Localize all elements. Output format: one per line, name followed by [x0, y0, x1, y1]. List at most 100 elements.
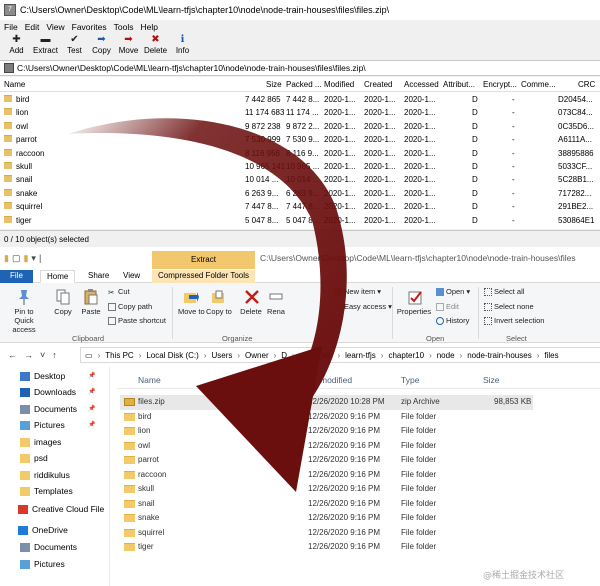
paste-button[interactable]: Paste [80, 289, 102, 316]
list-item[interactable]: tiger 12/26/2020 9:16 PM File folder [120, 540, 533, 555]
menu-view[interactable]: View [46, 22, 64, 32]
breadcrumb-item[interactable]: de [300, 351, 309, 360]
tab-view[interactable]: View [117, 270, 146, 283]
up-arrow-icon[interactable]: ↑ [52, 350, 57, 360]
tab-compressed-folder-tools[interactable]: Compressed Folder Tools [152, 270, 255, 283]
breadcrumb-chevron-icon[interactable]: › [314, 351, 317, 360]
list-item[interactable]: raccoon 12/26/2020 9:16 PM File folder [120, 468, 533, 483]
sidebar-item[interactable]: images [20, 437, 61, 447]
copy-ribbon-button[interactable]: Copy [52, 289, 74, 316]
sidebar-item[interactable]: riddikulus [20, 470, 70, 480]
table-row[interactable]: snail 10 014 ... 10 014 ... 2020-1... 2020-1… [0, 173, 600, 186]
col-name[interactable]: Name [138, 375, 161, 385]
invert-selection-button[interactable]: Invert selection [484, 316, 544, 325]
test-button[interactable]: ✔ Test [61, 34, 88, 55]
breadcrumb-chevron-icon[interactable]: › [204, 351, 207, 360]
tab-file[interactable]: File [0, 270, 33, 283]
table-row[interactable]: parrot 7 530 999 7 530 9... 2020-1... 2020-1… [0, 133, 600, 146]
list-item[interactable]: owl 12/26/2020 9:16 PM File folder [120, 439, 533, 454]
breadcrumb-item[interactable]: This PC [105, 351, 133, 360]
breadcrumb-item[interactable]: Users [211, 351, 232, 360]
breadcrumb-item[interactable]: chapter10 [388, 351, 424, 360]
back-arrow-icon[interactable]: ← [8, 350, 17, 360]
menu-file[interactable]: File [4, 22, 18, 32]
list-item[interactable]: snail 12/26/2020 9:16 PM File folder [120, 497, 533, 512]
breadcrumb-chevron-icon[interactable]: › [139, 351, 142, 360]
rename-button[interactable]: Rena [266, 289, 286, 316]
sidebar-item[interactable]: Pictures [20, 559, 65, 569]
col-comment[interactable]: Comme... [521, 80, 556, 89]
col-accessed[interactable]: Accessed [404, 80, 439, 89]
pin-icon[interactable]: 📌 [88, 372, 95, 379]
pin-quick-access-button[interactable]: Pin to Quick access [6, 289, 42, 334]
table-row[interactable]: snake 6 263 9... 6 263 9... 2020-1... 2020-1… [0, 187, 600, 200]
list-item[interactable]: files.zip 12/26/2020 10:28 PM zip Archive 9… [120, 395, 533, 410]
easy-access-button[interactable]: Easy access ▾ [334, 302, 392, 311]
chevron-down-icon[interactable]: ˅ [40, 350, 45, 360]
move-button[interactable]: ➡ Move [115, 34, 142, 55]
col-date-modified[interactable]: modified [320, 375, 352, 385]
col-packed[interactable]: Packed ... [286, 80, 322, 89]
menu-edit[interactable]: Edit [25, 22, 40, 32]
breadcrumb-chevron-icon[interactable]: › [381, 351, 384, 360]
open-button[interactable]: Open ▾ [436, 287, 470, 296]
sidebar-item[interactable]: Pictures [20, 420, 65, 430]
col-size[interactable]: Size [483, 375, 500, 385]
list-item[interactable]: bird 12/26/2020 9:16 PM File folder [120, 410, 533, 425]
tab-home[interactable]: Home [40, 270, 76, 283]
breadcrumb-item[interactable]: D [281, 351, 287, 360]
sidebar-item[interactable]: Documents [20, 404, 77, 414]
col-size[interactable]: Size [266, 80, 282, 89]
sidebar-item[interactable]: Documents [20, 542, 77, 552]
sidebar-item[interactable]: Creative Cloud File [18, 504, 104, 514]
table-row[interactable]: skull 10 965 141 10 965 ... 2020-1... 2020-1… [0, 160, 600, 173]
tab-share[interactable]: Share [82, 270, 115, 283]
properties-button[interactable]: Properties [396, 289, 432, 316]
table-row[interactable]: owl 9 872 238 9 872 2... 2020-1... 2020-1...… [0, 120, 600, 133]
forward-arrow-icon[interactable]: → [24, 350, 33, 360]
7zip-address-bar[interactable]: C:\Users\Owner\Desktop\Code\ML\learn-tfj… [0, 60, 600, 76]
breadcrumb-item[interactable]: Local Disk (C:) [146, 351, 198, 360]
copy-button[interactable]: ➡ Copy [88, 34, 115, 55]
pin-icon[interactable]: 📌 [88, 405, 95, 412]
add-button[interactable]: ✚ Add [3, 34, 30, 55]
breadcrumb-item[interactable]: Owner [245, 351, 269, 360]
breadcrumb-item[interactable]: ML [321, 351, 332, 360]
dropdown-icon[interactable]: ▾ [31, 253, 36, 264]
breadcrumb-chevron-icon[interactable]: › [460, 351, 463, 360]
list-item[interactable]: parrot 12/26/2020 9:16 PM File folder [120, 453, 533, 468]
col-crc[interactable]: CRC [578, 80, 595, 89]
sidebar-item[interactable]: Downloads [20, 387, 76, 397]
sidebar-item[interactable]: Templates [20, 486, 73, 496]
new-item-button[interactable]: New item ▾ [334, 287, 381, 296]
table-row[interactable]: squirrel 7 447 8... 7 447 8... 2020-1... 202… [0, 200, 600, 213]
col-name[interactable]: Name [4, 80, 25, 89]
breadcrumb-item[interactable]: learn-tfjs [345, 351, 376, 360]
list-item[interactable]: squirrel 12/26/2020 9:16 PM File folder [120, 526, 533, 541]
table-row[interactable]: tiger 5 047 8... 5 047 8... 2020-1... 2020-1… [0, 214, 600, 227]
info-button[interactable]: ℹ Info [169, 34, 196, 55]
breadcrumb-item[interactable]: files [544, 351, 558, 360]
table-row[interactable]: lion 11 174 683 11 174 ... 2020-1... 2020-1.… [0, 106, 600, 119]
select-none-button[interactable]: Select none [484, 302, 534, 311]
col-modified[interactable]: Modified [324, 80, 354, 89]
properties-icon[interactable]: ▢ [12, 253, 21, 264]
breadcrumb-chevron-icon[interactable]: › [537, 351, 540, 360]
sidebar-item[interactable]: Desktop [20, 371, 65, 381]
menu-tools[interactable]: Tools [114, 22, 134, 32]
pin-icon[interactable]: 📌 [88, 421, 95, 428]
breadcrumb-chevron-icon[interactable]: › [292, 351, 295, 360]
menu-favorites[interactable]: Favorites [72, 22, 107, 32]
breadcrumb-chevron-icon[interactable]: › [429, 351, 432, 360]
cut-button[interactable]: ✂ Cut [108, 287, 130, 297]
select-all-button[interactable]: Select all [484, 287, 524, 296]
breadcrumb[interactable]: ▭ › This PC › Local Disk (C:) › Users › Owner › D ›… [80, 347, 600, 363]
edit-button[interactable]: Edit [436, 302, 459, 311]
list-item[interactable]: skull 12/26/2020 9:16 PM File folder [120, 482, 533, 497]
extract-context-tab[interactable]: Extract [152, 251, 255, 269]
col-attributes[interactable]: Attribut... [443, 80, 475, 89]
list-item[interactable]: lion 12/26/2020 9:16 PM File folder [120, 424, 533, 439]
sidebar-item[interactable]: OneDrive [18, 525, 68, 535]
col-type[interactable]: Type [401, 375, 419, 385]
pin-icon[interactable]: 📌 [88, 388, 95, 395]
